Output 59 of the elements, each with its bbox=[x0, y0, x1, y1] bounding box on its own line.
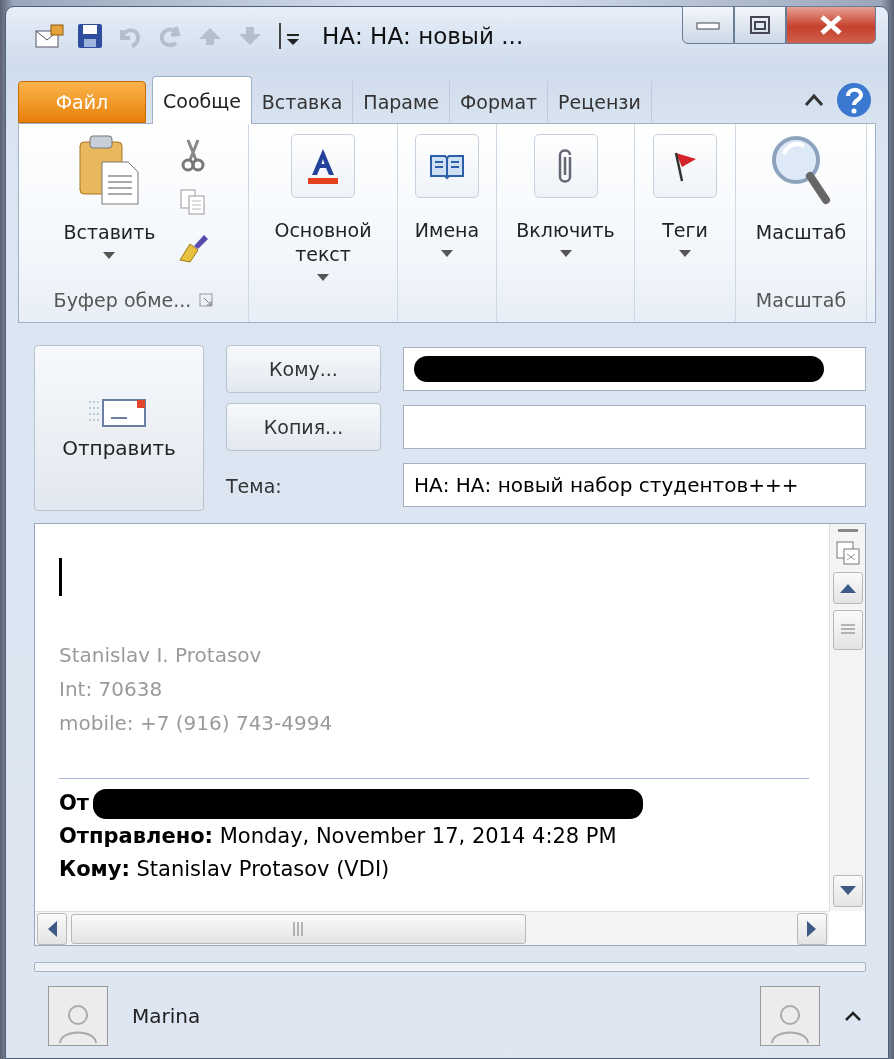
signature-line: Stanislav I. Protasov bbox=[59, 642, 263, 669]
help-icon[interactable] bbox=[836, 82, 872, 118]
contact-avatar bbox=[760, 986, 820, 1046]
scrollbar-thumb[interactable] bbox=[832, 610, 863, 650]
contact-name: Marina bbox=[132, 1004, 202, 1028]
cc-button[interactable]: Копия... bbox=[226, 403, 381, 451]
close-icon bbox=[818, 14, 844, 36]
maximize-icon bbox=[749, 15, 771, 35]
left-arrow-icon bbox=[47, 920, 57, 937]
scissors-icon[interactable] bbox=[179, 138, 206, 172]
subject-field[interactable]: НА: НА: новый набор студентов+++ bbox=[403, 463, 866, 507]
group-label: Буфер обме... bbox=[53, 289, 192, 311]
expand-icon[interactable] bbox=[844, 1010, 862, 1022]
scrollbar-thumb[interactable] bbox=[71, 913, 526, 944]
envelope-icon bbox=[89, 396, 149, 428]
to-button[interactable]: Кому... bbox=[226, 345, 381, 393]
right-arrow-icon bbox=[807, 920, 817, 937]
save-icon bbox=[76, 22, 104, 50]
message-body[interactable]: Stanislav I. Protasov Int: 70638 mobile: +7 (916) 743-4994 От Отправлено: Monday, November 17, 2014 4:28 PM Кому: Stanislav Protasov (VDI) bbox=[34, 523, 866, 946]
send-receive-icon bbox=[35, 23, 65, 49]
address-book-icon bbox=[429, 152, 465, 180]
minimize-button[interactable] bbox=[682, 6, 734, 44]
paste-icon bbox=[78, 134, 141, 206]
maximize-button[interactable] bbox=[734, 6, 786, 44]
text-cursor bbox=[59, 558, 62, 596]
window-title: НА: НА: новый ... bbox=[322, 23, 525, 49]
ribbon-button[interactable]: Теги bbox=[647, 134, 723, 278]
contact-avatar bbox=[48, 986, 108, 1046]
ribbon-button[interactable]: Основной текст bbox=[252, 134, 394, 282]
subject-label: Тема: bbox=[226, 474, 283, 499]
up-arrow-icon bbox=[839, 583, 856, 593]
signature-line: Int: 70638 bbox=[59, 676, 164, 703]
scroll-left-button[interactable] bbox=[37, 912, 67, 945]
down-arrow-icon bbox=[237, 25, 263, 47]
header-line: Кому: Stanislav Protasov (VDI) bbox=[59, 856, 390, 883]
down-arrow-icon bbox=[839, 886, 856, 896]
customize-icon bbox=[279, 21, 301, 51]
cc-field[interactable] bbox=[403, 405, 866, 449]
ribbon-button[interactable]: Вставить bbox=[57, 134, 162, 278]
scroll-up-button[interactable] bbox=[832, 572, 863, 604]
dialog-launcher-icon[interactable] bbox=[199, 293, 214, 307]
magnifier-icon bbox=[770, 134, 832, 206]
scroll-down-button[interactable] bbox=[832, 875, 863, 907]
scroll-right-button[interactable] bbox=[797, 912, 827, 945]
header-line: Отправлено: Monday, November 17, 2014 4:28 PM bbox=[59, 823, 617, 850]
ribbon-button[interactable]: Масштаб bbox=[749, 134, 853, 278]
up-arrow-icon bbox=[197, 25, 223, 47]
close-button[interactable] bbox=[786, 6, 876, 44]
group-label: Масштаб bbox=[755, 289, 847, 311]
ribbon-tab[interactable]: Сообще bbox=[152, 76, 252, 124]
header-line: От bbox=[59, 790, 90, 817]
split-handle-icon[interactable] bbox=[835, 528, 860, 534]
to-field[interactable] bbox=[403, 347, 866, 391]
ribbon-button[interactable]: Имена bbox=[408, 134, 486, 278]
minimize-icon bbox=[696, 20, 720, 30]
ribbon-button[interactable]: Включить bbox=[510, 134, 621, 278]
collapse-ribbon-icon[interactable] bbox=[804, 93, 824, 107]
signature-line: mobile: +7 (916) 743-4994 bbox=[59, 710, 334, 737]
send-button[interactable]: Отправить bbox=[34, 345, 204, 511]
